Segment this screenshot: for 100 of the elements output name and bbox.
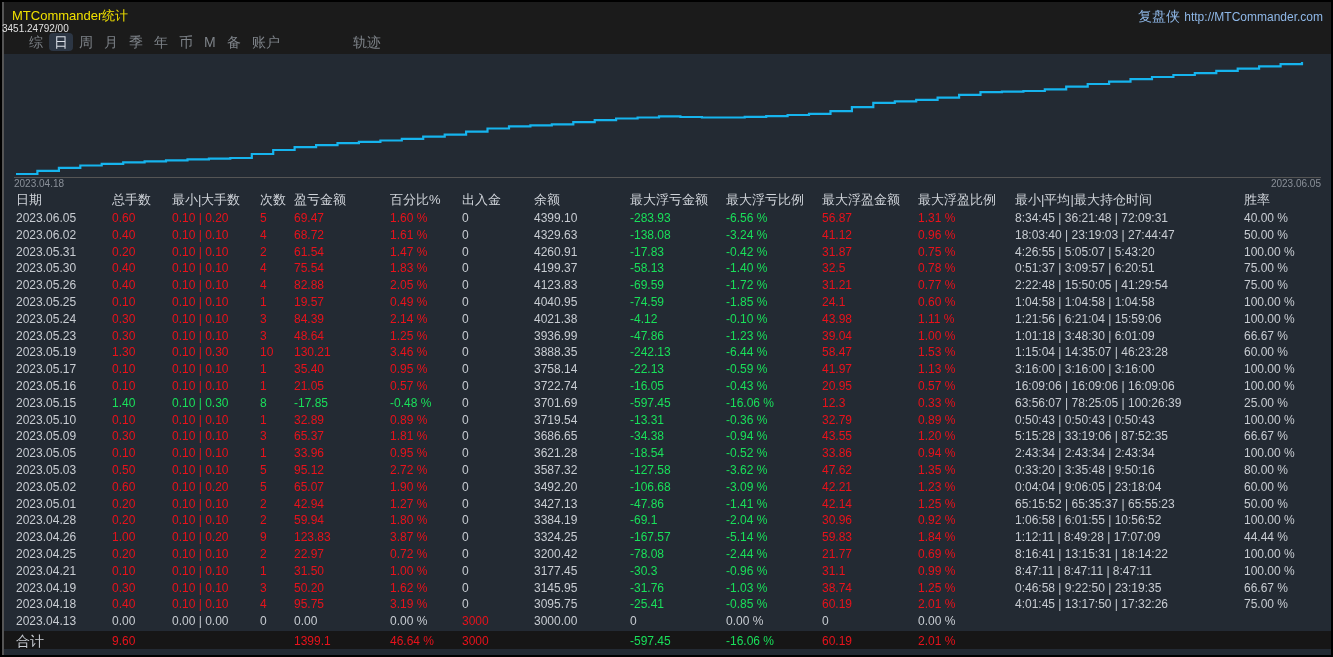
table-cell-text: 1.84 % — [918, 529, 957, 546]
table-cell-text: 0.10 | 0.10 — [172, 461, 230, 479]
table-cell-text: -6.44 % — [726, 344, 769, 362]
total-cell-text: 46.64 % — [390, 633, 436, 651]
table-cell-text: 0.69 % — [918, 545, 957, 563]
table-cell-text: 2.72 % — [390, 461, 429, 479]
table-cell-text: 3722.74 — [534, 377, 579, 395]
total-cell-text: 60.19 — [822, 633, 854, 651]
table-cell-text: 0.10 | 0.10 — [172, 260, 230, 278]
table-cell-text: 0 — [462, 545, 470, 563]
table-cell-text: 63:56:07 | 78:25:05 | 100:26:39 — [1015, 394, 1183, 412]
total-cell-text: 2.01 % — [918, 633, 957, 651]
table-cell-text: 84.39 — [294, 310, 326, 328]
table-cell-text: -167.57 — [630, 529, 672, 546]
table-cell-text: -4.12 — [630, 310, 659, 328]
table-cell-text: 0.10 | 0.10 — [172, 327, 230, 345]
table-cell-text: 75.00 % — [1244, 260, 1290, 278]
table-cell-text: 95.12 — [294, 461, 326, 479]
table-cell-text: 4021.38 — [534, 310, 579, 328]
table-cell-text: -18.54 — [630, 445, 666, 462]
tab[interactable]: 币 — [174, 33, 198, 51]
tab[interactable]: M — [199, 33, 221, 51]
table-cell-text: 0.72 % — [390, 545, 429, 563]
table-cell-text: 22.97 — [294, 545, 326, 563]
tab[interactable]: 周 — [74, 33, 98, 51]
table-cell-text: 2023.05.16 — [16, 377, 78, 395]
table-cell-text: 50.00 % — [1244, 495, 1290, 513]
table-cell-text: 0 — [260, 613, 268, 630]
table-cell-text: 2023.06.05 — [16, 210, 78, 227]
table-cell-text: -0.43 % — [726, 377, 769, 395]
table-cell-text: 58.47 — [822, 344, 854, 362]
table-cell-text: -16.06 % — [726, 394, 776, 412]
table-cell-text: 0.10 | 0.10 — [172, 562, 230, 580]
table-cell-text: 31.87 — [822, 243, 854, 261]
table-cell-text: 2023.05.01 — [16, 495, 78, 513]
table-cell-text: -1.72 % — [726, 277, 769, 294]
table-cell-text: 0.10 | 0.10 — [172, 377, 230, 395]
table-cell-text: -47.86 — [630, 495, 666, 513]
table-cell-text: 65:15:52 | 65:35:37 | 65:55:23 — [1015, 495, 1176, 513]
table-cell-text: 80.00 % — [1244, 461, 1290, 479]
tab[interactable]: 备 — [221, 33, 246, 51]
table-cell-text: 4:01:45 | 13:17:50 | 17:32:26 — [1015, 596, 1170, 614]
table-cell-text: 1.00 — [112, 529, 137, 546]
table-cell-text: 4 — [260, 226, 268, 244]
table-cell-text: 1.20 % — [918, 428, 957, 446]
table-cell-text: 0 — [462, 277, 470, 294]
brand-name: 复盘侠 — [1138, 7, 1181, 26]
table-cell-text: -17.85 — [294, 394, 330, 412]
table-cell-text: 2023.04.28 — [16, 512, 78, 530]
table-cell-text: 4 — [260, 260, 268, 278]
table-cell-text: 3 — [260, 579, 268, 597]
table-cell-text: 0.50 — [112, 461, 137, 479]
table-cell-text: 0 — [462, 210, 470, 227]
table-cell-text: 41.12 — [822, 226, 854, 244]
table-cell-text: 50.20 — [294, 579, 326, 597]
table-cell-text: 0.57 % — [390, 377, 429, 395]
table-cell-text: 60.19 — [822, 596, 854, 614]
table-cell-text: 3384.19 — [534, 512, 579, 530]
column-header: 日期 — [16, 192, 43, 208]
table-cell-text: 0.10 | 0.10 — [172, 294, 230, 311]
table-cell-text: 2023.05.05 — [16, 445, 78, 462]
table-cell-text: 0.10 | 0.10 — [172, 596, 230, 614]
table-cell-text: 0.10 | 0.10 — [172, 512, 230, 530]
tab[interactable]: 账户 — [246, 33, 285, 51]
date-label: 2023.06.05 — [1270, 178, 1321, 190]
tab[interactable]: 综 — [24, 33, 48, 51]
table-cell-text: 0.33 % — [918, 394, 957, 412]
table-cell-text: 8 — [260, 394, 268, 412]
table-cell-text: 31.50 — [294, 562, 326, 580]
table-cell-text: 0.10 | 0.10 — [172, 411, 230, 429]
table-cell-text: 1.00 % — [918, 327, 957, 345]
table-cell-text: 0 — [462, 344, 470, 362]
table-cell-text: 2023.04.13 — [16, 613, 78, 630]
table-cell-text: 0 — [462, 310, 470, 328]
table-cell-text: 0.75 % — [918, 243, 957, 261]
tab[interactable]: 月 — [99, 33, 123, 51]
table-cell-text: -138.08 — [630, 226, 672, 244]
table-cell-text: -2.04 % — [726, 512, 769, 530]
table-cell-text: 0.20 — [112, 495, 137, 513]
tab[interactable]: 季 — [124, 33, 148, 51]
tab[interactable]: 年 — [149, 33, 173, 51]
tab[interactable]: 日 — [49, 33, 73, 51]
column-header: 最大浮亏比例 — [726, 192, 805, 208]
table-cell-text: -22.13 — [630, 361, 666, 378]
table-cell-text: 2023.05.17 — [16, 361, 78, 378]
website-link[interactable]: http://MTCommander.com — [1184, 7, 1323, 26]
table-cell-text: 5 — [260, 478, 268, 496]
table-cell-text: 2 — [260, 545, 268, 563]
window-title: MTCommander统计 — [12, 7, 129, 24]
table-cell-text: 0.00 % — [390, 613, 429, 630]
table-cell-text: 1.25 % — [918, 579, 957, 597]
table-cell-text: 0.95 % — [390, 361, 429, 378]
table-cell-text: 3427.13 — [534, 495, 579, 513]
tab[interactable]: 轨迹 — [347, 33, 386, 51]
table-cell-text: 0.96 % — [918, 226, 957, 244]
table-cell-text: 1:12:11 | 8:49:28 | 17:07:09 — [1015, 529, 1162, 546]
table-cell-text: 2 — [260, 495, 268, 513]
table-cell-text: 3 — [260, 428, 268, 446]
table-cell-text: 12.3 — [822, 394, 847, 412]
table-cell-text: 65.37 — [294, 428, 326, 446]
